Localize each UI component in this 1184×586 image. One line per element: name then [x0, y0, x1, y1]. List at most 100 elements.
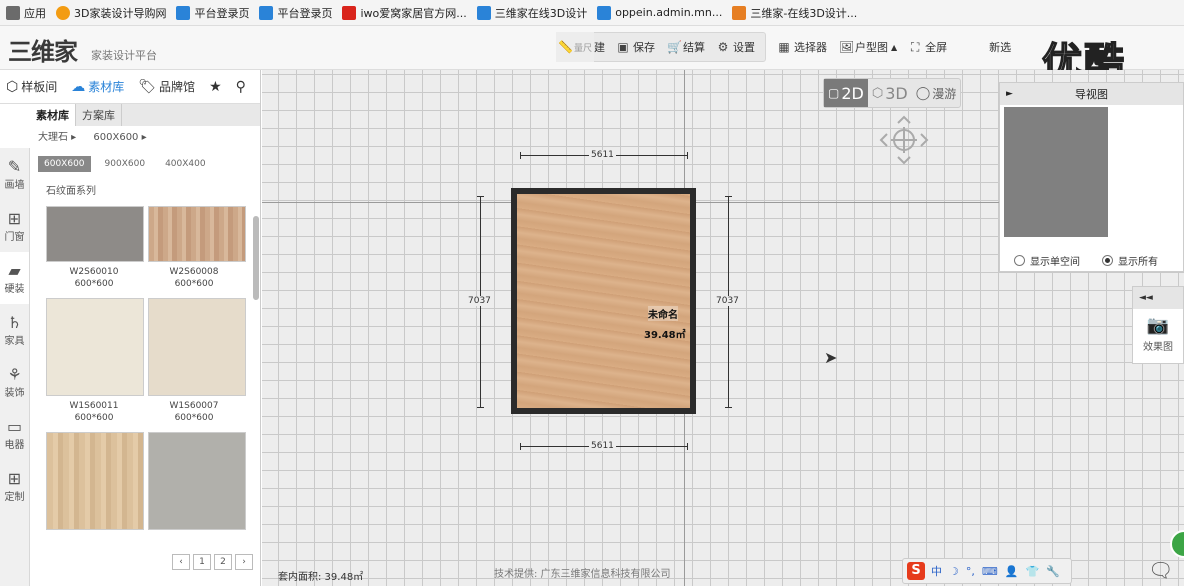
page-2-button[interactable]: 2 — [214, 554, 232, 570]
site-icon — [176, 5, 191, 20]
search-button[interactable]: ⚲ — [236, 79, 246, 95]
dimension-tick — [687, 443, 688, 450]
bookmark-login-1[interactable]: 平台登录页 — [176, 5, 249, 21]
render-label: 效果图 — [1143, 342, 1173, 353]
material-scrollbar[interactable] — [253, 216, 259, 300]
ime-moon-icon[interactable]: ☽ — [949, 565, 959, 578]
fullscreen-icon: ⛶ — [910, 40, 920, 54]
collapse-icon[interactable]: ► — [1006, 89, 1013, 99]
bookmark-apps[interactable]: 应用 — [6, 5, 46, 21]
window-icon: ⊞ — [7, 208, 22, 228]
toolbar: 🗋新建 ▣保存 🛒结算 ⚙设置 📏量尺 ▦选择器 🖼户型图▲ ⛶全屏 新选 — [556, 32, 1017, 62]
ime-keyboard-icon[interactable]: ⌨ — [982, 565, 998, 578]
tab-showroom[interactable]: ⬡ 样板间 — [6, 78, 57, 95]
rail-hard-decor[interactable]: ▰ 硬装 — [0, 252, 29, 304]
chat-bubble-icon[interactable]: 🗨 — [1148, 558, 1173, 582]
subtab-material[interactable]: 素材库 — [30, 104, 76, 126]
bookmark-login-2[interactable]: 平台登录页 — [259, 5, 332, 21]
selector-button[interactable]: ▦ 选择器 — [772, 32, 833, 62]
room-area: 39.48㎡ — [644, 330, 686, 341]
material-code: W1S60007 — [169, 401, 219, 411]
prev-page-button[interactable]: ‹ — [172, 554, 190, 570]
breadcrumb-marble[interactable]: 大理石 ▸ — [38, 132, 76, 143]
material-tile[interactable] — [46, 432, 144, 530]
rail-appliance[interactable]: ▭ 电器 — [0, 408, 29, 460]
navigation-options: 显示单空间 显示所有 — [1014, 253, 1180, 268]
size-400x400[interactable]: 400X400 — [159, 156, 212, 172]
floorplan-button[interactable]: 🖼 户型图 ▲ — [833, 32, 903, 62]
material-code: W1S60011 — [69, 401, 119, 411]
new-select-button[interactable]: 新选 — [983, 32, 1017, 62]
material-size: 600*600 — [174, 279, 214, 289]
room-name[interactable]: 未命名 — [648, 306, 678, 321]
pagination: ‹ 1 2 › — [172, 554, 256, 570]
pan-compass-icon[interactable] — [878, 114, 930, 166]
camera-icon: 📷 — [1146, 315, 1170, 336]
page-1-button[interactable]: 1 — [193, 554, 211, 570]
material-tile[interactable] — [46, 206, 144, 262]
ime-tools-icon[interactable]: 🔧 — [1046, 565, 1060, 578]
material-code: W2S60010 — [69, 267, 119, 277]
bookmarks-bar: 应用 3D家装设计导购网 平台登录页 平台登录页 iwo爱窝家居官方网... 三… — [0, 0, 1184, 26]
ime-user-icon[interactable]: 👤 — [1005, 565, 1019, 578]
view-walkthrough-button[interactable]: ◯ 漫游 — [912, 79, 961, 107]
view-3d-button[interactable]: ⬡ 3D — [868, 79, 912, 107]
rail-draw-wall[interactable]: ✎ 画墙 — [0, 148, 29, 200]
plan-icon: ▢ — [828, 86, 840, 100]
box-icon: ⬡ — [6, 78, 19, 95]
rail-decoration[interactable]: ⚘ 装饰 — [0, 356, 29, 408]
settings-button[interactable]: ⚙ 设置 — [711, 32, 761, 62]
show-single-space-radio[interactable]: 显示单空间 — [1014, 253, 1080, 268]
bookmark-3vjia[interactable]: 三维家在线3D设计 — [476, 5, 587, 21]
ruler-button[interactable]: 📏 量尺 — [556, 32, 595, 62]
rail-furniture[interactable]: ♄ 家具 — [0, 304, 29, 356]
size-filter: 600X600 900X600 400X400 — [38, 156, 220, 172]
logo-text: 三维家 — [8, 38, 78, 66]
next-page-button[interactable]: › — [235, 554, 253, 570]
tab-brand-hall[interactable]: 🏷 品牌馆 — [138, 78, 195, 95]
gear-icon: ⚙ — [717, 40, 729, 54]
star-icon: ★ — [209, 78, 222, 95]
dimension-right: 7037 — [714, 296, 741, 306]
ime-chinese-toggle[interactable]: 中 — [931, 563, 942, 579]
material-tile[interactable] — [148, 206, 246, 262]
site-icon — [342, 5, 357, 20]
material-tile[interactable] — [148, 432, 246, 530]
series-title: 石纹面系列 — [46, 186, 96, 197]
rail-custom[interactable]: ⊞ 定制 — [0, 460, 29, 512]
size-900x600[interactable]: 900X600 — [99, 156, 152, 172]
dimension-bottom: 5611 — [589, 441, 616, 451]
rail-doors-windows[interactable]: ⊞ 门窗 — [0, 200, 29, 252]
view-2d-button[interactable]: ▢ 2D — [824, 79, 868, 107]
show-all-radio[interactable]: 显示所有 — [1102, 253, 1158, 268]
input-method-bar: S 中 ☽ °, ⌨ 👤 👕 🔧 — [902, 558, 1072, 584]
favorites-button[interactable]: ★ — [209, 79, 222, 95]
ruler-icon: 📏 — [558, 40, 573, 54]
ime-punctuation-icon[interactable]: °, — [966, 565, 975, 578]
ime-skin-icon[interactable]: 👕 — [1025, 565, 1039, 578]
tab-material-library[interactable]: ☁ 素材库 — [71, 78, 124, 95]
navigation-thumbnail[interactable] — [1004, 107, 1108, 237]
bookmark-oppein[interactable]: oppein.admin.mn... — [597, 5, 722, 20]
save-button[interactable]: ▣ 保存 — [611, 32, 661, 62]
bookmark-3d-guide[interactable]: 3D家装设计导购网 — [56, 5, 166, 21]
library-subtabs: 素材库 方案库 — [30, 104, 260, 126]
cart-icon: 🛒 — [667, 40, 682, 54]
subtab-scheme[interactable]: 方案库 — [76, 104, 122, 126]
material-tile[interactable] — [148, 298, 246, 396]
dimension-tick — [520, 443, 521, 450]
material-tile[interactable] — [46, 298, 144, 396]
site-icon — [476, 5, 491, 20]
fullscreen-button[interactable]: ⛶ 全屏 — [903, 32, 953, 62]
panel-tabs: ⬡ 样板间 ☁ 素材库 🏷 品牌馆 ★ ⚲ — [0, 70, 260, 104]
checkout-button[interactable]: 🛒 结算 — [661, 32, 711, 62]
breadcrumb-size[interactable]: 600X600 ▸ — [93, 132, 146, 143]
bookmark-iwo[interactable]: iwo爱窝家居官方网... — [342, 5, 467, 21]
room-floor[interactable] — [511, 188, 696, 414]
size-600x600[interactable]: 600X600 — [38, 156, 91, 172]
render-panel[interactable]: ◄◄ 📷 效果图 — [1132, 286, 1184, 364]
dimension-tick — [477, 407, 484, 408]
bookmark-3vjia-2[interactable]: 三维家-在线3D设计... — [732, 5, 857, 21]
expand-icon[interactable]: ◄◄ — [1133, 287, 1183, 309]
material-code: W2S60008 — [169, 267, 219, 277]
